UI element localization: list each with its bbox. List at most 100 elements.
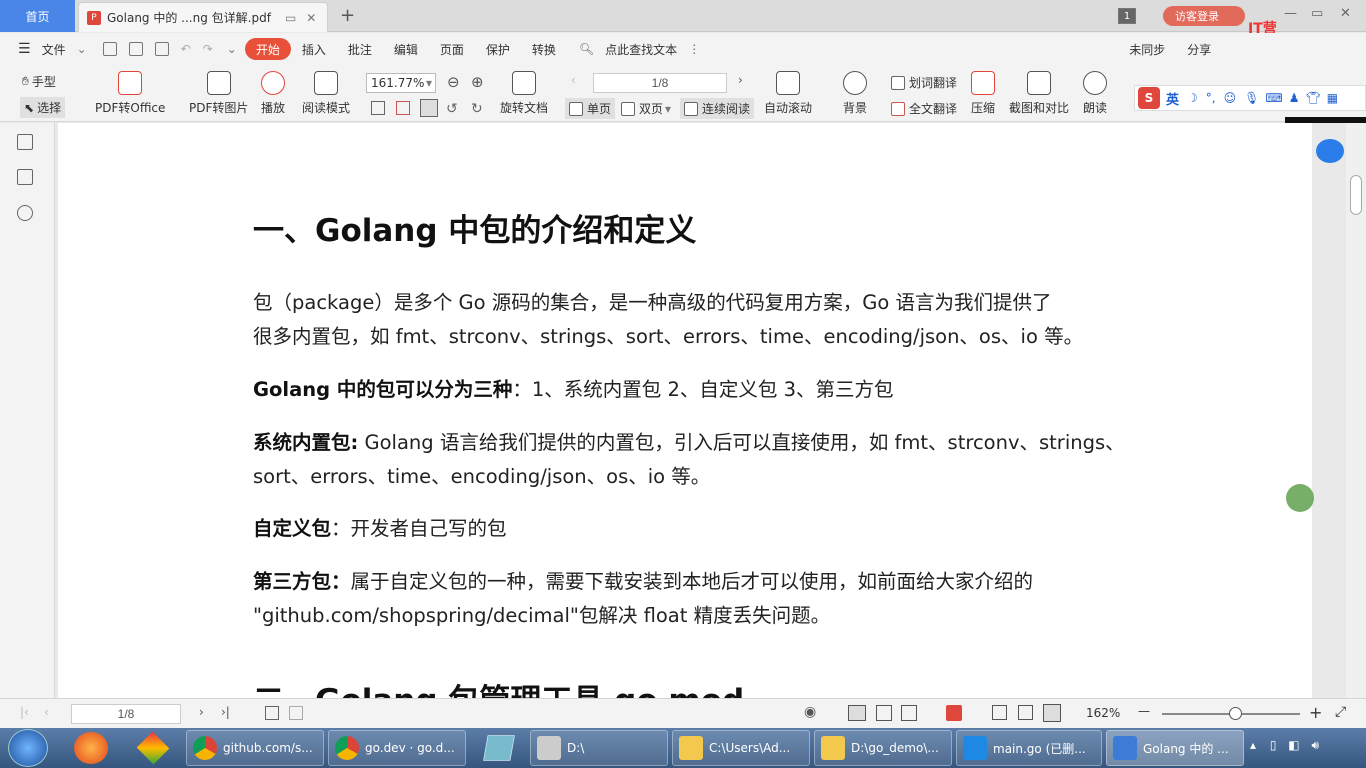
zoom-out-icon[interactable]: ⊖ (447, 73, 460, 91)
start-button[interactable] (8, 729, 48, 767)
sogou-logo-icon[interactable]: S (1138, 87, 1160, 109)
view-scroll-icon[interactable] (848, 705, 866, 721)
taskbar-item-wps-pdf[interactable]: Golang 中的 ... (1106, 730, 1244, 766)
word-translate-button[interactable]: 划词翻译 (891, 74, 957, 91)
screenshot-compare-button[interactable]: 截图和对比 (1009, 71, 1069, 116)
search-text-button[interactable]: 点此查找文本 (594, 38, 688, 60)
page-number-input[interactable] (593, 73, 727, 93)
continuous-read-button[interactable]: 连续阅读 (680, 98, 755, 119)
full-translate-button[interactable]: 全文翻译 (891, 100, 957, 117)
undo-icon[interactable]: ↶ (181, 42, 191, 56)
outline-icon[interactable] (17, 134, 33, 150)
background-button[interactable]: 背景 (843, 71, 867, 116)
vertical-scrollbar[interactable] (1346, 123, 1366, 698)
menu-annotate[interactable]: 批注 (337, 38, 383, 60)
app-diamond-icon[interactable] (136, 731, 170, 765)
hand-tool[interactable]: ✋︎ 手型 (22, 73, 56, 90)
login-button[interactable]: 访客登录 (1163, 6, 1245, 26)
home-tab[interactable]: 首页 (0, 0, 75, 32)
skin-icon[interactable]: 👕︎ (1305, 91, 1320, 105)
menu-start[interactable]: 开始 (244, 38, 291, 60)
actual-size-icon[interactable] (992, 705, 1007, 720)
taskbar-item-vscode[interactable]: main.go (已删... (956, 730, 1102, 766)
bookmark-icon[interactable] (17, 205, 33, 221)
punctuation-icon[interactable]: °, (1206, 91, 1216, 105)
taskbar-item-chrome-godev[interactable]: go.dev · go.d... (328, 730, 466, 766)
voice-icon[interactable]: 🎙︎ (1244, 91, 1259, 105)
eye-protect-icon[interactable]: ◉ (804, 704, 816, 720)
play-icon[interactable] (946, 705, 962, 721)
select-tool[interactable]: ⬉ 选择 (20, 97, 66, 118)
sync-status[interactable]: 未同步 (1118, 38, 1176, 60)
redo-icon[interactable]: ↷ (203, 42, 213, 56)
zoom-in-icon[interactable]: ⊕ (471, 73, 484, 91)
search-icon[interactable]: 🔍︎ (579, 42, 594, 56)
notepad-icon[interactable] (483, 735, 515, 761)
rotate-document-button[interactable]: 旋转文档 (500, 71, 548, 116)
file-menu[interactable]: 文件 (31, 38, 77, 60)
taskbar-item-folder-users[interactable]: C:\Users\Ad... (672, 730, 810, 766)
zoom-level-select[interactable]: 162% (1086, 706, 1120, 720)
insert-page-icon[interactable] (265, 706, 279, 720)
menu-insert[interactable]: 插入 (291, 38, 337, 60)
fit-width-icon[interactable] (420, 99, 438, 117)
taskbar-item-chrome-github[interactable]: github.com/s... (186, 730, 324, 766)
document-tab[interactable]: P Golang 中的 ...ng 包详解.pdf ▭ ✕ (78, 2, 328, 32)
emoji-icon[interactable]: ☺ (1224, 91, 1237, 105)
rotate-right-icon[interactable]: ↻ (471, 101, 483, 117)
more-options-icon[interactable]: ⋮ (688, 42, 700, 56)
taskbar-item-drive-d[interactable]: D:\ (530, 730, 668, 766)
last-page-icon[interactable]: ›| (221, 705, 230, 719)
view-double-icon[interactable] (901, 705, 917, 721)
menu-page[interactable]: 页面 (429, 38, 475, 60)
play-button[interactable]: 播放 (261, 71, 285, 116)
export-page-icon[interactable] (289, 706, 303, 720)
zoom-out-icon[interactable]: — (1138, 704, 1150, 718)
share-button[interactable]: 分享 (1176, 38, 1222, 60)
menu-convert[interactable]: 转换 (521, 38, 567, 60)
hamburger-icon[interactable]: ☰ (18, 41, 31, 57)
more-chevron-icon[interactable]: ⌄ (227, 42, 237, 56)
chevron-down-icon[interactable]: ⌄ (77, 42, 87, 56)
single-page-button[interactable]: 单页 (565, 98, 616, 119)
clipboard-icon[interactable]: ▯ (1270, 738, 1277, 752)
auto-scroll-button[interactable]: 自动滚动 (764, 71, 812, 116)
ime-lang-toggle[interactable]: 英 (1166, 89, 1179, 108)
zoom-select[interactable]: 161.77% ▾ (366, 73, 436, 93)
view-single-icon[interactable] (876, 705, 892, 721)
prev-page-icon[interactable]: ‹ (44, 705, 49, 719)
thumbnail-icon[interactable] (17, 169, 33, 185)
tab-restore-icon[interactable]: ▭ (285, 11, 296, 25)
save-icon[interactable] (128, 42, 143, 56)
fullscreen-icon[interactable]: ⤢ (1335, 704, 1346, 720)
zoom-in-icon[interactable]: + (1309, 703, 1322, 722)
volume-icon[interactable]: 🔊︎ (1311, 738, 1319, 752)
pdf-to-image-button[interactable]: PDF转图片 (189, 71, 248, 116)
new-tab-button[interactable]: + (340, 5, 355, 26)
compress-button[interactable]: 压缩 (971, 71, 995, 116)
actual-size-icon[interactable] (371, 101, 385, 115)
tray-expand-icon[interactable]: ▴ (1250, 738, 1256, 752)
next-page-icon[interactable]: › (738, 73, 743, 87)
moon-icon[interactable]: ☽ (1187, 91, 1198, 105)
prev-page-icon[interactable]: ‹ (571, 73, 576, 87)
fit-width-icon[interactable] (1043, 704, 1061, 722)
zoom-slider-knob[interactable] (1229, 707, 1242, 720)
first-page-icon[interactable]: |‹ (20, 705, 29, 719)
double-page-button[interactable]: 双页 ▾ (621, 100, 671, 117)
tab-count-badge[interactable]: 1 (1118, 8, 1136, 24)
menu-protect[interactable]: 保护 (475, 38, 521, 60)
keyboard-icon[interactable]: ⌨ (1265, 91, 1282, 105)
taskbar-item-folder-go-demo[interactable]: D:\go_demo\... (814, 730, 952, 766)
scrollbar-thumb[interactable] (1350, 175, 1362, 215)
menu-edit[interactable]: 编辑 (383, 38, 429, 60)
pdf-to-office-button[interactable]: PDF转Office (95, 71, 165, 116)
user-icon[interactable]: ♟ (1289, 91, 1300, 105)
open-icon[interactable] (102, 42, 117, 56)
next-page-icon[interactable]: › (199, 705, 204, 719)
fit-page-icon[interactable] (1018, 705, 1033, 720)
firefox-icon[interactable] (74, 732, 108, 764)
fit-page-icon[interactable] (396, 101, 410, 115)
grid-icon[interactable]: ▦ (1327, 91, 1338, 105)
rotate-left-icon[interactable]: ↺ (446, 101, 458, 117)
